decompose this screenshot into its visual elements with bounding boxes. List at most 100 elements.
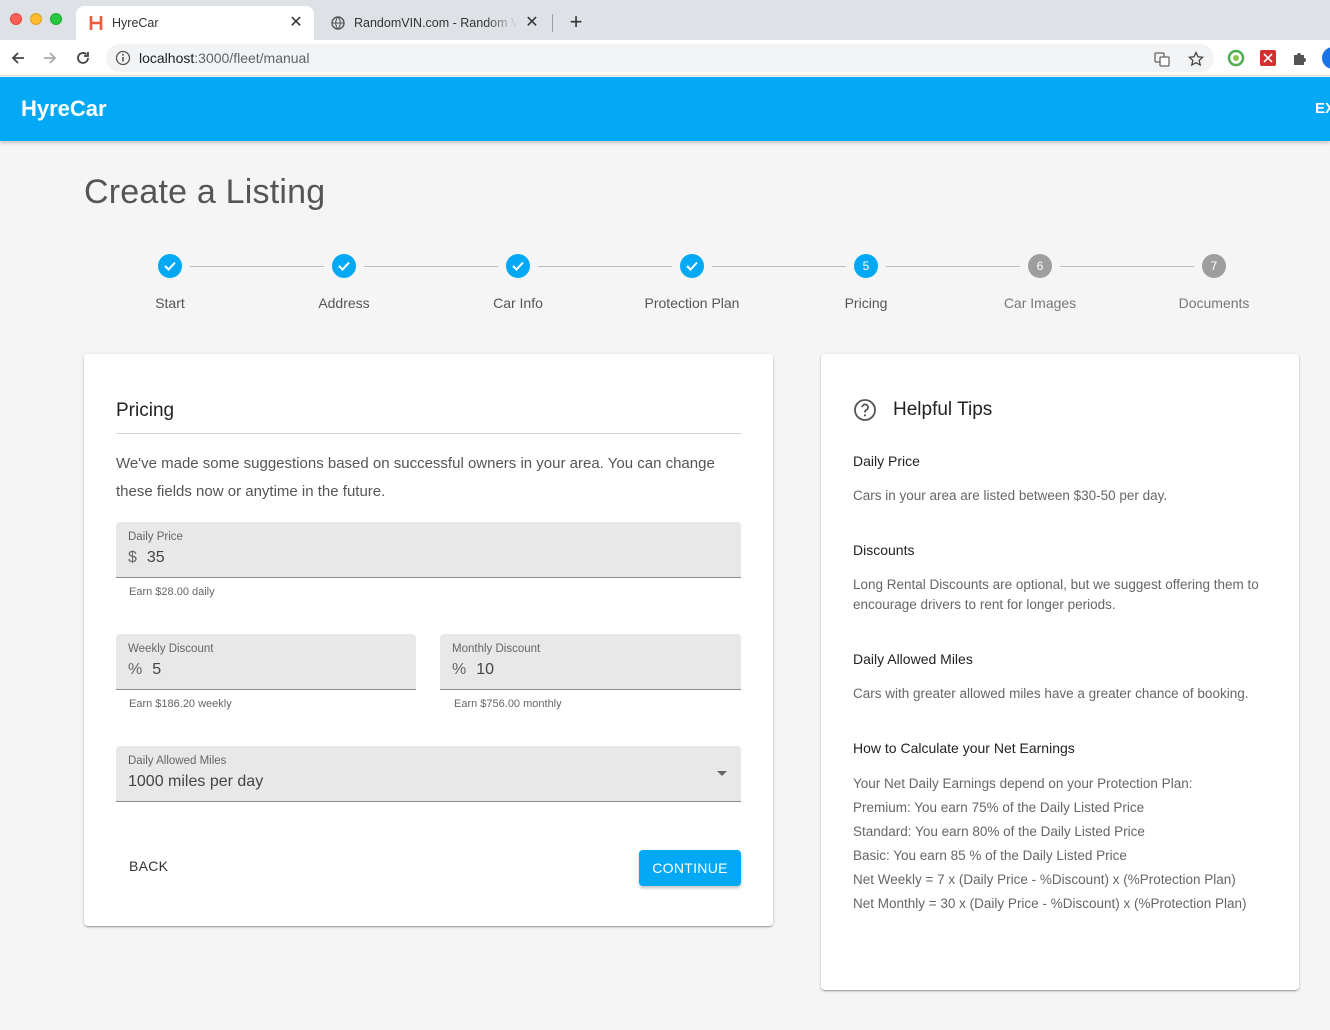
earnings-line: Net Weekly = 7 x (Daily Price - %Discoun… <box>853 872 1236 887</box>
tip-heading: How to Calculate your Net Earnings <box>853 740 1075 756</box>
step-label: Documents <box>1178 295 1250 311</box>
field-value-row: % 5 <box>128 661 161 679</box>
window-minimize-button[interactable] <box>30 13 42 25</box>
app-header: HyreCar EX <box>0 77 1330 141</box>
extension-red-icon[interactable] <box>1259 49 1277 67</box>
extension-circle-icon[interactable] <box>1227 49 1245 67</box>
new-tab-button[interactable]: + <box>566 11 586 33</box>
check-icon <box>158 254 182 278</box>
step-label: Pricing <box>844 295 888 311</box>
site-info-icon[interactable] <box>115 50 131 66</box>
address-bar[interactable]: localhost:3000/fleet/manual <box>106 44 1214 72</box>
daily-price-field[interactable]: Daily Price $ 35 <box>116 522 741 578</box>
dollar-adornment: $ <box>128 549 137 566</box>
exit-button[interactable]: EX <box>1315 100 1330 117</box>
tip-text: Cars in your area are listed between $30… <box>853 488 1168 503</box>
step-car-images[interactable]: 6 Car Images <box>953 250 1127 311</box>
field-value-row: $ 35 <box>128 549 165 567</box>
step-number: 7 <box>1202 254 1226 278</box>
step-address[interactable]: Address <box>257 250 431 311</box>
bookmark-star-icon[interactable] <box>1187 50 1205 68</box>
step-label: Car Images <box>1003 295 1077 311</box>
listing-stepper: Start Address Car Info Protection Plan 5… <box>83 250 1299 320</box>
check-icon <box>506 254 530 278</box>
field-label: Monthly Discount <box>452 643 541 655</box>
browser-tab-randomvin[interactable]: RandomVIN.com - Random VIN ✕ <box>318 6 550 40</box>
tip-text: Long Rental Discounts are optional, but … <box>853 577 1259 612</box>
hyrecar-favicon-icon <box>88 15 104 31</box>
earnings-line: Standard: You earn 80% of the Daily List… <box>853 824 1145 839</box>
earnings-line: Your Net Daily Earnings depend on your P… <box>853 776 1193 791</box>
step-number: 5 <box>854 254 878 278</box>
tab-close-icon[interactable]: ✕ <box>524 15 540 31</box>
weekly-discount-field[interactable]: Weekly Discount % 5 <box>116 634 416 690</box>
browser-tab-strip: HyreCar ✕ RandomVIN.com - Random VIN ✕ + <box>0 0 1330 40</box>
earnings-line: Basic: You earn 85 % of the Daily Listed… <box>853 848 1127 863</box>
step-start[interactable]: Start <box>83 250 257 311</box>
daily-miles-value: 1000 miles per day <box>128 773 264 790</box>
weekly-earn-helper: Earn $186.20 weekly <box>129 698 232 710</box>
tab-close-icon[interactable]: ✕ <box>288 15 304 31</box>
tips-title: Helpful Tips <box>893 399 993 420</box>
window-maximize-button[interactable] <box>50 13 62 25</box>
tip-heading: Daily Price <box>853 453 920 469</box>
forward-arrow-icon[interactable] <box>40 48 60 68</box>
step-protection-plan[interactable]: Protection Plan <box>605 250 779 311</box>
check-icon <box>680 254 704 278</box>
check-icon <box>332 254 356 278</box>
brand-logo[interactable]: HyreCar <box>21 96 107 122</box>
browser-toolbar: localhost:3000/fleet/manual <box>0 40 1330 76</box>
step-label: Address <box>318 295 370 311</box>
translate-icon[interactable] <box>1153 50 1171 68</box>
tab-separator <box>552 14 553 32</box>
pricing-intro: We've made some suggestions based on suc… <box>116 455 715 500</box>
url-text: localhost:3000/fleet/manual <box>139 50 309 66</box>
browser-tab-hyrecar[interactable]: HyreCar ✕ <box>76 6 314 40</box>
monthly-discount-input[interactable]: 10 <box>476 661 494 679</box>
step-label: Start <box>155 295 185 311</box>
field-label: Weekly Discount <box>128 643 214 655</box>
profile-avatar[interactable] <box>1322 47 1330 69</box>
step-documents[interactable]: 7 Documents <box>1127 250 1301 311</box>
help-circle-icon <box>853 398 877 422</box>
tip-text: Cars with greater allowed miles have a g… <box>853 686 1249 701</box>
tab-title: RandomVIN.com - Random VIN <box>354 16 518 30</box>
daily-price-input[interactable]: 35 <box>147 549 165 567</box>
step-label: Car Info <box>493 295 543 311</box>
monthly-discount-field[interactable]: Monthly Discount % 10 <box>440 634 741 690</box>
window-close-button[interactable] <box>10 13 22 25</box>
tab-title: HyreCar <box>112 16 159 30</box>
daily-earn-helper: Earn $28.00 daily <box>129 586 215 598</box>
field-label: Daily Price <box>128 531 183 543</box>
back-arrow-icon[interactable] <box>8 48 28 68</box>
tips-header: Helpful Tips <box>853 398 992 422</box>
helpful-tips-card: Helpful Tips Daily Price Cars in your ar… <box>821 354 1299 990</box>
weekly-discount-input[interactable]: 5 <box>152 661 161 679</box>
earnings-line: Premium: You earn 75% of the Daily Liste… <box>853 800 1145 815</box>
percent-adornment: % <box>452 661 467 678</box>
earnings-line: Net Monthly = 30 x (Daily Price - %Disco… <box>853 896 1247 911</box>
step-pricing[interactable]: 5 Pricing <box>779 250 953 311</box>
reload-icon[interactable] <box>73 48 93 68</box>
earnings-formula-list: Your Net Daily Earnings depend on your P… <box>853 772 1247 916</box>
url-host: localhost <box>139 50 195 66</box>
globe-icon <box>330 15 346 31</box>
field-label: Daily Allowed Miles <box>128 755 227 767</box>
url-path: :3000/fleet/manual <box>194 50 310 66</box>
pricing-title: Pricing <box>116 400 175 421</box>
divider <box>116 433 741 434</box>
monthly-earn-helper: Earn $756.00 monthly <box>454 698 562 710</box>
tip-heading: Daily Allowed Miles <box>853 651 973 667</box>
dropdown-arrow-icon[interactable] <box>717 771 727 776</box>
tip-heading: Discounts <box>853 542 915 558</box>
step-car-info[interactable]: Car Info <box>431 250 605 311</box>
step-label: Protection Plan <box>644 295 740 311</box>
pricing-card: Pricing We've made some suggestions base… <box>84 354 773 926</box>
page-title: Create a Listing <box>84 173 326 211</box>
back-button[interactable]: BACK <box>129 858 168 874</box>
daily-miles-select[interactable]: Daily Allowed Miles 1000 miles per day <box>116 746 741 802</box>
percent-adornment: % <box>128 661 143 678</box>
field-value-row: % 10 <box>452 661 494 679</box>
extensions-puzzle-icon[interactable] <box>1291 49 1309 67</box>
continue-button[interactable]: CONTINUE <box>639 850 741 886</box>
